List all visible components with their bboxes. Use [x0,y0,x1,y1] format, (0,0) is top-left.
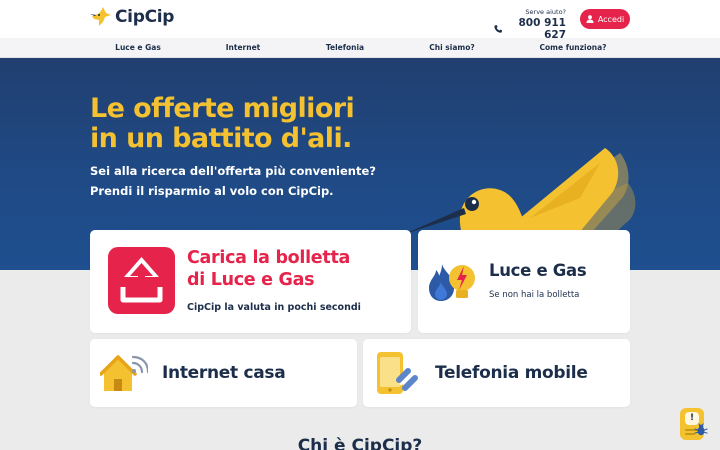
upload-bill-card[interactable]: Carica la bolletta di Luce e Gas CipCip … [90,230,411,333]
bug-icon[interactable] [694,423,708,437]
hero-subtitle: Sei alla ricerca dell'offerta più conven… [90,164,376,198]
help-contact: Serve aiuto? 800 911 627 [494,8,566,41]
user-icon [586,15,594,23]
logo-text: CipCip [115,7,175,27]
nav-item-luce-gas[interactable]: Luce e Gas [115,38,161,58]
phone-icon [494,25,502,33]
login-label: Accedi [597,14,625,24]
luce-gas-card-subtitle: Se non hai la bolletta [489,290,580,300]
smartphone-link-icon [377,352,418,394]
luce-gas-card[interactable]: Luce e Gas Se non hai la bolletta [418,230,630,333]
nav-item-internet[interactable]: Internet [226,38,261,58]
telefonia-mobile-card[interactable]: Telefonia mobile [363,339,630,407]
site-header: CipCip Serve aiuto? 800 911 627 Accedi [0,0,720,41]
flame-bolt-icon [429,264,475,301]
hero-title: Le offerte migliori in un battito d'ali. [90,93,355,154]
luce-gas-card-title: Luce e Gas [489,261,587,280]
main-nav: Luce e Gas Internet Telefonia Chi siamo?… [0,38,720,58]
logo[interactable]: CipCip [90,7,174,27]
nav-item-come-funziona[interactable]: Come funziona? [540,38,607,58]
upload-icon [108,247,175,314]
upload-card-title: Carica la bolletta di Luce e Gas [187,248,351,290]
section-title: Chi è CipCip? [297,436,423,450]
house-wifi-icon [100,355,148,391]
hummingbird-logo-icon [90,7,111,26]
nav-item-chi-siamo[interactable]: Chi siamo? [429,38,474,58]
internet-card-title: Internet casa [162,363,286,383]
internet-casa-card[interactable]: Internet casa [90,339,357,407]
nav-item-telefonia[interactable]: Telefonia [326,38,364,58]
telefonia-card-title: Telefonia mobile [435,363,588,383]
upload-card-subtitle: CipCip la valuta in pochi secondi [187,302,361,313]
login-button[interactable]: Accedi [580,9,630,29]
help-label: Serve aiuto? [525,8,566,16]
